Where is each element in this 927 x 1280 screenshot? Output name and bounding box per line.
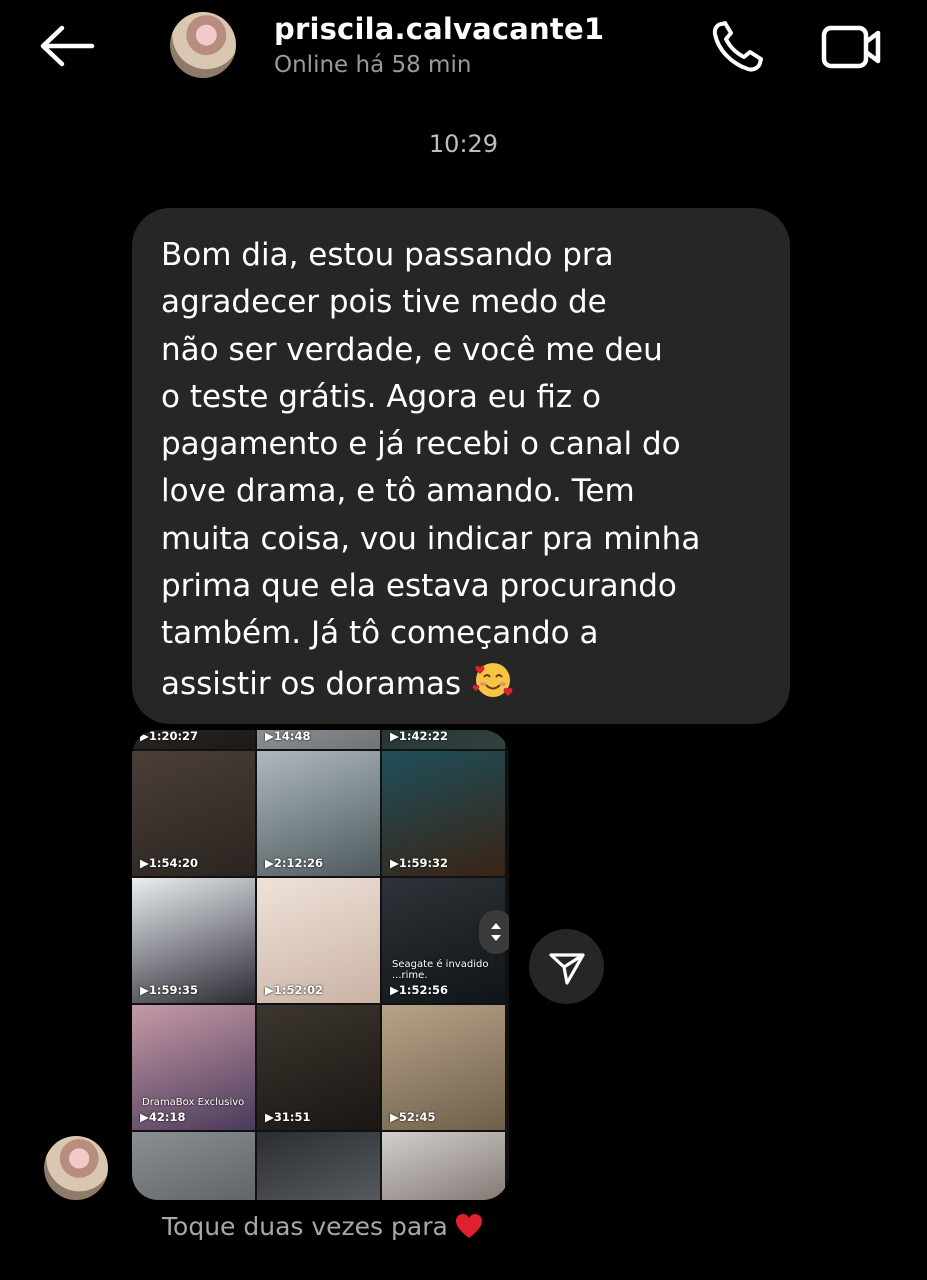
- video-thumbnail: ▶52:45: [382, 1005, 505, 1130]
- avatar[interactable]: [170, 12, 236, 78]
- call-button[interactable]: [708, 18, 768, 76]
- video-thumbnail: ▶1:42:22: [382, 730, 505, 749]
- message-body: Bom dia, estou passando pra agradecer po…: [161, 237, 701, 702]
- video-thumbnail: [132, 1132, 255, 1200]
- video-duration: ▶2:12:26: [265, 856, 324, 870]
- video-thumbnail: ▶1:59:35: [132, 878, 255, 1003]
- message-bubble[interactable]: Bom dia, estou passando pra agradecer po…: [132, 208, 790, 724]
- shared-screenshot[interactable]: ▶1:20:27 ▶14:48 ▶1:42:22 ▶1:54:20 ▶2:12:26 ▶1…: [132, 730, 509, 1200]
- chat-header: priscila.calvacante1 Online há 58 min: [0, 0, 927, 110]
- video-thumbnail: ▶1:52:02: [257, 878, 380, 1003]
- thumbnail-caption: DramaBox Exclusivo: [142, 1097, 245, 1108]
- back-button[interactable]: [38, 24, 96, 68]
- video-thumbnail: DramaBox Exclusivo ▶42:18: [132, 1005, 255, 1130]
- share-button[interactable]: [529, 929, 604, 1004]
- double-tap-hint-text: Toque duas vezes para: [162, 1212, 448, 1241]
- video-duration: ▶1:20:27: [140, 730, 199, 743]
- sender-avatar[interactable]: [44, 1136, 108, 1200]
- video-thumbnail: ▶1:59:32: [382, 751, 505, 876]
- video-camera-icon: [821, 25, 881, 69]
- arrow-left-icon: [40, 25, 95, 67]
- thumbnail-caption: Seagate é invadido ...rime.: [392, 959, 489, 981]
- video-thumbnail: ▶31:51: [257, 1005, 380, 1130]
- scroll-handle[interactable]: [479, 910, 509, 954]
- smiling-face-with-hearts-icon: [472, 662, 513, 697]
- online-status: Online há 58 min: [274, 52, 472, 78]
- heart-icon: [455, 1214, 482, 1238]
- video-duration: ▶1:42:22: [390, 730, 449, 743]
- video-thumbnail: ▶2:12:26: [257, 751, 380, 876]
- video-duration: ▶14:48: [265, 730, 311, 743]
- video-duration: ▶1:54:20: [140, 856, 199, 870]
- video-call-button[interactable]: [820, 22, 884, 72]
- video-duration: ▶1:59:35: [140, 983, 199, 997]
- sort-arrows-icon: [491, 923, 501, 941]
- message-timestamp: 10:29: [428, 130, 499, 158]
- double-tap-hint: Toque duas vezes para: [162, 1212, 484, 1241]
- video-thumbnail: [257, 1132, 380, 1200]
- video-thumbnail: ▶1:54:20: [132, 751, 255, 876]
- message-text: Bom dia, estou passando pra agradecer po…: [161, 232, 770, 708]
- video-duration: ▶1:52:02: [265, 983, 324, 997]
- video-thumbnail: ▶1:20:27: [132, 730, 255, 749]
- video-duration: ▶1:59:32: [390, 856, 449, 870]
- phone-icon: [712, 21, 763, 72]
- video-thumbnail: [382, 1132, 505, 1200]
- video-duration: ▶42:18: [140, 1110, 186, 1124]
- video-duration: ▶31:51: [265, 1110, 311, 1124]
- video-thumbnail: ▶14:48: [257, 730, 380, 749]
- username[interactable]: priscila.calvacante1: [274, 12, 604, 46]
- video-duration: ▶1:52:56: [390, 983, 449, 997]
- video-duration: ▶52:45: [390, 1110, 436, 1124]
- video-grid: ▶1:20:27 ▶14:48 ▶1:42:22 ▶1:54:20 ▶2:12:26 ▶1…: [132, 730, 505, 1200]
- paper-plane-icon: [548, 952, 585, 985]
